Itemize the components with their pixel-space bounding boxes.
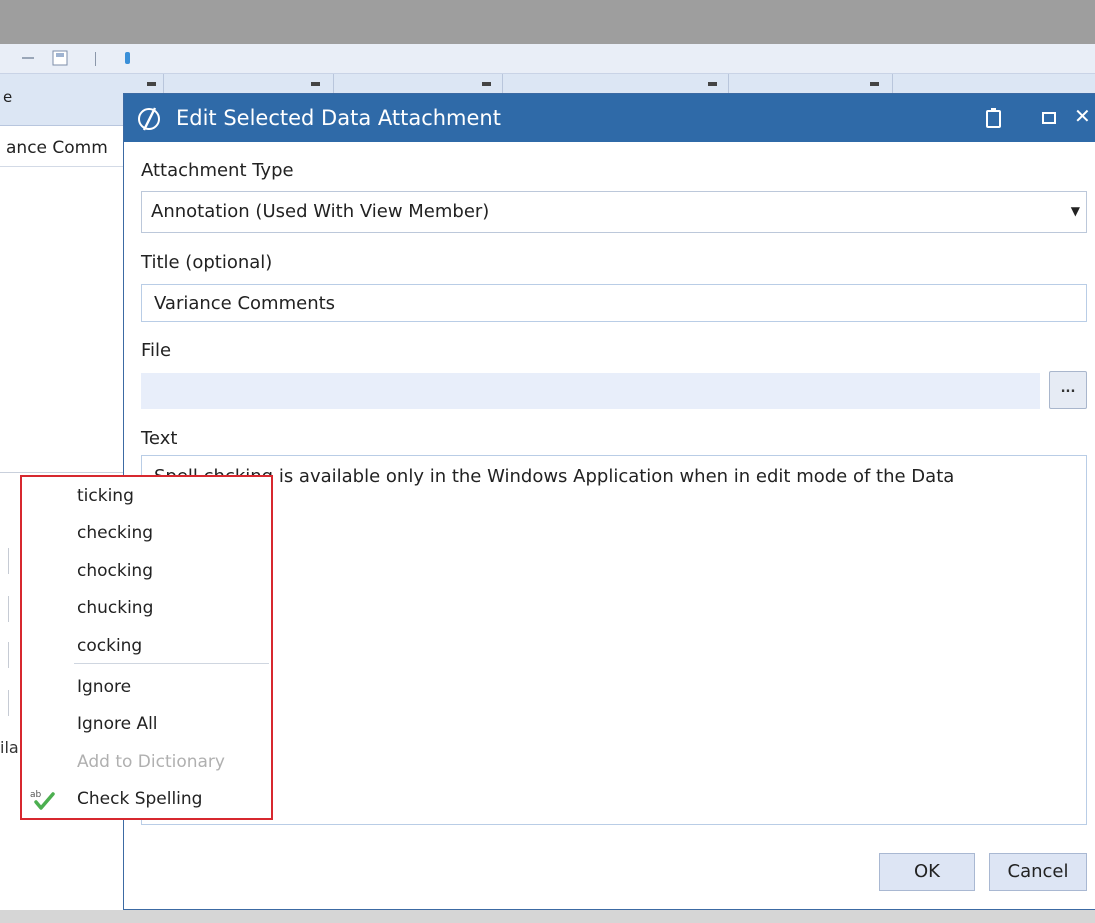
file-input[interactable] <box>141 373 1040 409</box>
browse-button[interactable]: ... <box>1049 371 1087 409</box>
suggestion-item[interactable]: checking <box>22 515 271 552</box>
svg-text:ab: ab <box>30 790 42 800</box>
column-filter-icon[interactable] <box>482 82 491 86</box>
cancel-button[interactable]: Cancel <box>989 853 1087 891</box>
clipboard-icon[interactable] <box>984 106 1004 130</box>
dropdown-arrow-icon[interactable]: ▼ <box>1071 204 1080 218</box>
attachment-type-label: Attachment Type <box>141 160 294 181</box>
text-editor[interactable]: Spell chcking is available only in the W… <box>141 455 1087 825</box>
background-label: ila <box>0 738 19 757</box>
attachment-type-select[interactable]: Annotation (Used With View Member) ▼ <box>141 191 1087 233</box>
status-strip <box>0 910 1095 923</box>
grid-cell[interactable]: ance Comm <box>0 127 124 167</box>
grid-cell-text: ance Comm <box>6 138 108 158</box>
column-filter-icon[interactable] <box>708 82 717 86</box>
toolbar-separator <box>95 52 96 66</box>
panel-border <box>8 548 9 574</box>
spell-check-icon: ab <box>30 790 55 810</box>
ignore-all-item[interactable]: Ignore All <box>22 706 271 743</box>
column-filter-icon[interactable] <box>311 82 320 86</box>
suggestion-item[interactable]: ticking <box>22 478 271 515</box>
text-editor-content: Spell chcking is available only in the W… <box>154 466 955 517</box>
app-logo-icon <box>138 107 160 131</box>
panel-border <box>8 690 9 716</box>
save-icon[interactable] <box>52 50 68 66</box>
close-icon[interactable]: ✕ <box>1074 104 1091 128</box>
grid-column-label: e <box>3 88 13 106</box>
attachment-type-value: Annotation (Used With View Member) <box>151 201 490 222</box>
panel-border <box>8 596 9 622</box>
ignore-item[interactable]: Ignore <box>22 669 271 706</box>
title-input[interactable] <box>141 284 1087 322</box>
suggestion-item[interactable]: cocking <box>22 628 271 665</box>
title-label: Title (optional) <box>141 252 273 273</box>
dialog-title: Edit Selected Data Attachment <box>176 106 501 130</box>
panel-border <box>8 642 9 668</box>
arrow-icon[interactable] <box>20 50 36 66</box>
suggestion-item[interactable]: chocking <box>22 553 271 590</box>
file-label: File <box>141 340 172 361</box>
dialog-titlebar[interactable]: Edit Selected Data Attachment ✕ <box>124 94 1095 142</box>
menu-separator <box>74 663 269 664</box>
ok-button[interactable]: OK <box>879 853 975 891</box>
text-label: Text <box>141 428 178 449</box>
maximize-icon[interactable] <box>1042 112 1056 124</box>
column-filter-icon[interactable] <box>147 82 156 86</box>
add-to-dictionary-item: Add to Dictionary <box>77 752 225 772</box>
spelling-context-menu: ticking checking chocking chucking cocki… <box>20 475 273 820</box>
app-top-bar <box>0 0 1095 44</box>
column-filter-icon[interactable] <box>870 82 879 86</box>
attachment-icon[interactable] <box>120 50 136 66</box>
panel-divider <box>0 472 124 473</box>
suggestion-item[interactable]: chucking <box>22 590 271 627</box>
check-spelling-item[interactable]: ab Check Spelling <box>22 781 271 818</box>
app-toolbar <box>0 44 1095 74</box>
